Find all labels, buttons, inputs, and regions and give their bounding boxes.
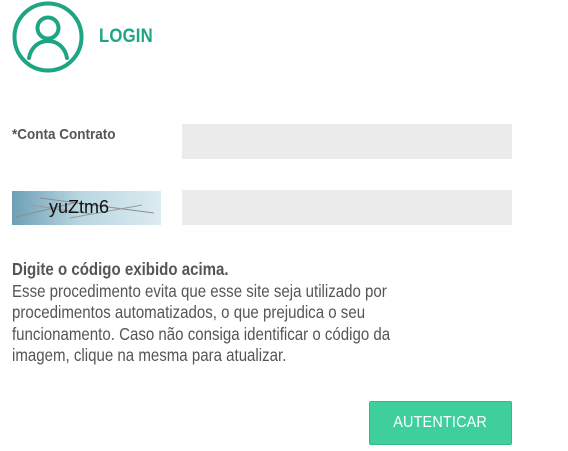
login-header: LOGIN [12, 1, 160, 73]
instructions-line: imagem, clique na mesma para atualizar. [12, 345, 287, 365]
captcha-text: yuZtm6 [49, 197, 109, 217]
instructions-line: funcionamento. Caso não consiga identifi… [12, 323, 391, 344]
autenticar-button[interactable]: AUTENTICAR [369, 401, 512, 445]
instructions-heading: Digite o código exibido acima. [12, 259, 229, 279]
autenticar-button-label: AUTENTICAR [393, 414, 488, 431]
captcha-image[interactable]: yuZtm6 [12, 191, 161, 225]
conta-contrato-input[interactable] [182, 124, 512, 159]
conta-contrato-label: *Conta Contrato [12, 126, 116, 143]
instructions-line: procedimentos automatizados, o que preju… [12, 302, 366, 322]
captcha-instructions: Digite o código exibido acima. Esse proc… [12, 259, 494, 367]
instructions-line: Esse procedimento evita que esse site se… [12, 280, 387, 301]
page-title: LOGIN [99, 26, 153, 47]
captcha-input[interactable] [182, 190, 512, 225]
user-circle-icon [12, 1, 84, 73]
